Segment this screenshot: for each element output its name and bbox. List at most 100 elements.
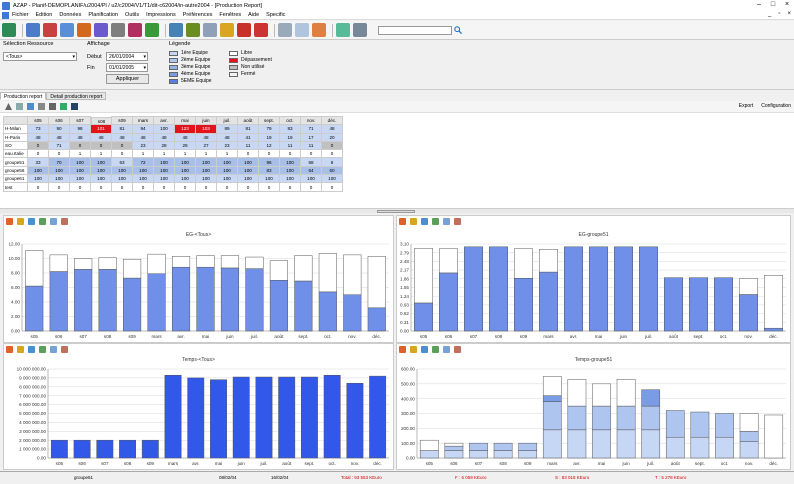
save-icon[interactable] (71, 103, 78, 110)
table-cell[interactable]: 0 (90, 182, 112, 192)
table-cell[interactable]: 100 (279, 157, 301, 167)
table-cell[interactable]: 48 (174, 132, 196, 142)
table-cell[interactable]: 19 (279, 132, 301, 142)
table-row[interactable]: H-Paris 48 48 48 48 48 48 48 48 48 48 41 19 19 17 20 (3, 132, 343, 142)
menu-planification[interactable]: Planification (88, 12, 118, 18)
table-row[interactable]: H-Milan 73 90 98 101 81 94 100 123 103 89 81 79 83 71 4… (3, 124, 343, 134)
table-cell[interactable]: 0 (48, 149, 70, 159)
table-cell[interactable]: 0 (153, 182, 175, 192)
report-icon[interactable] (203, 23, 217, 37)
row-header[interactable]: H-Paris (3, 132, 28, 142)
table-cell[interactable]: 48 (153, 132, 175, 142)
table-cell[interactable]: 48 (216, 132, 238, 142)
machine-icon[interactable] (111, 23, 125, 37)
table-cell[interactable]: 0 (48, 182, 70, 192)
table-cell[interactable]: 63 (111, 157, 133, 167)
table-cell[interactable]: 98 (69, 124, 91, 134)
table-cell[interactable]: 73 (27, 124, 49, 134)
table-cell[interactable]: 94 (132, 124, 154, 134)
table-cell[interactable]: 100 (300, 174, 322, 184)
gantt-icon[interactable] (169, 23, 183, 37)
table-cell[interactable]: 100 (216, 174, 238, 184)
table-cell[interactable]: 100 (174, 157, 196, 167)
table-cell[interactable]: 100 (90, 165, 112, 176)
menu-fenetres[interactable]: Fenêtres (219, 12, 241, 18)
table-icon[interactable] (60, 103, 67, 110)
table-cell[interactable]: 100 (216, 157, 238, 167)
row-header[interactable]: eau.Italie (3, 149, 28, 159)
tool-icon[interactable] (128, 23, 142, 37)
start-date-field[interactable]: 26/01/2004 ▾ (106, 52, 148, 61)
settings-icon[interactable] (454, 346, 461, 353)
zoom-icon[interactable] (443, 346, 450, 353)
calendar-dropdown-icon[interactable]: ▾ (143, 53, 146, 61)
splitter[interactable] (0, 208, 794, 213)
link-icon[interactable] (312, 23, 326, 37)
table-cell[interactable]: 17 (300, 132, 322, 142)
table-cell[interactable]: 100 (174, 165, 196, 176)
table-cell[interactable]: 11 (279, 140, 301, 151)
row-header[interactable]: groupe61 (3, 174, 28, 184)
table-cell[interactable]: 100 (90, 157, 112, 167)
minimize-button[interactable]: – (752, 0, 766, 10)
table-cell[interactable]: 0 (69, 140, 91, 151)
table-cell[interactable]: 23 (132, 140, 154, 151)
table-cell[interactable]: 0 (111, 149, 133, 159)
preview-icon[interactable] (295, 23, 309, 37)
table-cell[interactable]: 0 (258, 149, 280, 159)
alert-icon[interactable] (220, 23, 234, 37)
column-header[interactable]: août (237, 115, 259, 126)
table-cell[interactable]: 100 (174, 174, 196, 184)
search-icon[interactable] (454, 26, 462, 34)
table-cell[interactable]: 100 (111, 165, 133, 176)
table-cell[interactable]: 100 (111, 174, 133, 184)
mdi-restore-button[interactable]: ▫ (778, 11, 780, 17)
table-cell[interactable]: 1 (216, 149, 238, 159)
table-cell[interactable]: 27 (195, 140, 217, 151)
table-cell[interactable]: 0 (111, 140, 133, 151)
table-cell[interactable]: 89 (216, 124, 238, 134)
table-cell[interactable]: 0 (279, 182, 301, 192)
table-cell[interactable]: 0 (111, 182, 133, 192)
table-cell[interactable]: 1 (90, 149, 112, 159)
planning-icon[interactable] (145, 23, 159, 37)
sort-up-icon[interactable] (5, 103, 12, 110)
table-cell[interactable]: 100 (27, 174, 49, 184)
table-cell[interactable]: 100 (216, 165, 238, 176)
table-row[interactable]: groupe56 100 100 100 100 100 100 100 100 100 100 10… (3, 165, 343, 176)
export-button[interactable]: Export (739, 103, 753, 109)
zoom-icon[interactable] (443, 218, 450, 225)
table-cell[interactable]: 6 (321, 157, 343, 167)
export-icon[interactable] (410, 218, 417, 225)
table-cell[interactable]: 0 (27, 182, 49, 192)
copy-icon[interactable] (432, 218, 439, 225)
table-cell[interactable]: 48 (111, 132, 133, 142)
table-cell[interactable]: 0 (237, 149, 259, 159)
configuration-button[interactable]: Configuration (761, 103, 791, 109)
table-cell[interactable]: 100 (27, 165, 49, 176)
columns-icon[interactable] (49, 103, 56, 110)
table-cell[interactable]: 0 (27, 140, 49, 151)
table-cell[interactable]: 100 (153, 174, 175, 184)
table-cell[interactable]: 48 (48, 132, 70, 142)
menu-edition[interactable]: Edition (36, 12, 53, 18)
table-cell[interactable]: 100 (69, 174, 91, 184)
search-input[interactable] (378, 25, 452, 35)
table-cell[interactable]: 1 (195, 149, 217, 159)
chart-type-icon[interactable] (399, 346, 406, 353)
print-icon[interactable] (278, 23, 292, 37)
calendar-dropdown-icon[interactable]: ▾ (143, 64, 146, 72)
apply-button[interactable]: Appliquer (106, 74, 149, 84)
table-cell[interactable]: 100 (195, 157, 217, 167)
zoom-icon[interactable] (50, 346, 57, 353)
table-cell[interactable]: 100 (69, 165, 91, 176)
table-cell[interactable]: 0 (300, 182, 322, 192)
product-icon[interactable] (94, 23, 108, 37)
table-cell[interactable]: 0 (258, 182, 280, 192)
table-cell[interactable]: 1 (69, 149, 91, 159)
chart-type-icon[interactable] (399, 218, 406, 225)
print-icon[interactable] (421, 218, 428, 225)
table-cell[interactable]: 100 (237, 165, 259, 176)
column-header[interactable]: avr. (153, 115, 175, 126)
table-cell[interactable]: 0 (195, 182, 217, 192)
